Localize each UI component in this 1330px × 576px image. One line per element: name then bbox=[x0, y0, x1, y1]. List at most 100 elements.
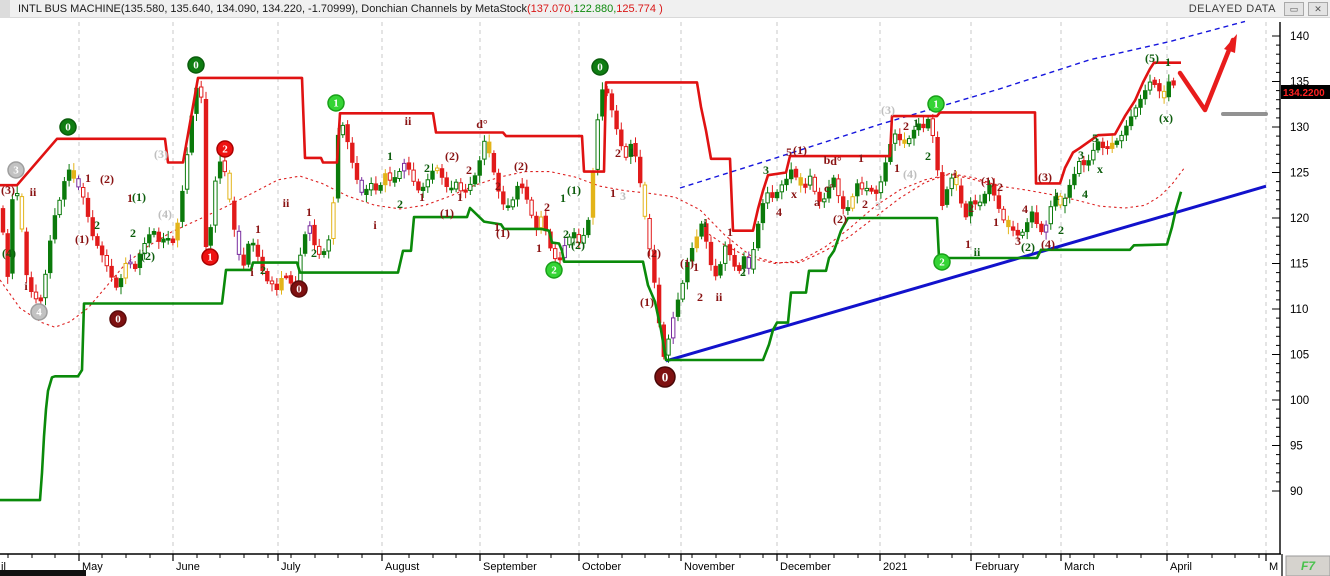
svg-text:(x): (x) bbox=[1159, 111, 1173, 125]
horizontal-scrollbar-thumb[interactable] bbox=[0, 570, 86, 576]
svg-text:1: 1 bbox=[85, 171, 91, 185]
chart-title-bar: INTL BUS MACHINE (135.580, 135.640, 134.… bbox=[0, 0, 1330, 18]
svg-text:(3): (3) bbox=[881, 103, 895, 117]
donchian-lower-value: 122.880, bbox=[573, 2, 617, 15]
svg-text:1: 1 bbox=[536, 241, 542, 255]
svg-text:(2): (2) bbox=[647, 246, 661, 260]
svg-text:1: 1 bbox=[693, 260, 699, 274]
svg-text:2: 2 bbox=[495, 179, 501, 193]
svg-text:(2): (2) bbox=[445, 149, 459, 163]
svg-text:F7: F7 bbox=[1301, 559, 1316, 573]
svg-text:125: 125 bbox=[1290, 168, 1309, 180]
svg-text:September: September bbox=[483, 561, 537, 573]
delayed-data-badge: DELAYED DATA bbox=[1188, 2, 1276, 15]
ohlc-values: (135.580, 135.640, 134.090, 134.220, -1.… bbox=[120, 2, 356, 15]
svg-text:3: 3 bbox=[13, 165, 19, 177]
svg-text:1: 1 bbox=[419, 190, 425, 204]
svg-text:0: 0 bbox=[597, 62, 603, 74]
svg-text:(3): (3) bbox=[1, 183, 15, 197]
svg-text:(2): (2) bbox=[833, 212, 847, 226]
svg-text:c°: c° bbox=[824, 181, 834, 195]
svg-text:(5): (5) bbox=[1145, 51, 1159, 65]
svg-text:2: 2 bbox=[1058, 223, 1064, 237]
svg-text:3: 3 bbox=[763, 163, 769, 177]
gray-annotation-segment[interactable] bbox=[1221, 112, 1268, 116]
candlestick-series bbox=[0, 74, 1176, 363]
svg-text:July: July bbox=[281, 561, 301, 573]
donchian-upper-value: (137.070, bbox=[526, 2, 574, 15]
svg-text:1: 1 bbox=[629, 145, 635, 159]
svg-text:1: 1 bbox=[894, 161, 900, 175]
svg-text:1: 1 bbox=[387, 149, 393, 163]
svg-text:(4): (4) bbox=[903, 167, 917, 181]
svg-text:(4): (4) bbox=[158, 207, 172, 221]
svg-text:i: i bbox=[24, 279, 28, 293]
svg-text:(1): (1) bbox=[496, 226, 510, 240]
svg-text:1: 1 bbox=[560, 191, 566, 205]
svg-text:ii: ii bbox=[283, 196, 290, 210]
svg-text:140: 140 bbox=[1290, 31, 1309, 43]
svg-text:1: 1 bbox=[1054, 189, 1060, 203]
svg-text:2: 2 bbox=[130, 226, 136, 240]
svg-text:1: 1 bbox=[207, 252, 213, 264]
svg-text:ii: ii bbox=[716, 290, 723, 304]
svg-text:December: December bbox=[780, 561, 831, 573]
study-name: , Donchian Channels by MetaStock bbox=[355, 2, 527, 15]
red-forecast-arrow[interactable] bbox=[1177, 34, 1237, 113]
svg-text:1: 1 bbox=[255, 222, 261, 236]
svg-text:i: i bbox=[250, 265, 254, 279]
donchian-mid-value: 125.774 ) bbox=[616, 2, 663, 15]
svg-text:(1): (1) bbox=[680, 256, 694, 270]
svg-text:2: 2 bbox=[615, 146, 621, 160]
expert-fkey-button[interactable]: F7 bbox=[1285, 555, 1330, 576]
svg-text:d°: d° bbox=[476, 117, 488, 131]
svg-text:2: 2 bbox=[862, 197, 868, 211]
symbol-title: INTL BUS MACHINE bbox=[18, 2, 121, 15]
svg-text:2021: 2021 bbox=[883, 561, 907, 573]
svg-text:(2): (2) bbox=[571, 238, 585, 252]
wave-text-labels: (3) ii(4)i(1)1 (2)21 (1)2(2)(3)(4)i12ii12i1… bbox=[1, 51, 1173, 309]
svg-text:ii: ii bbox=[405, 114, 412, 128]
svg-text:3: 3 bbox=[875, 199, 881, 213]
svg-text:2: 2 bbox=[740, 265, 746, 279]
svg-text:1: 1 bbox=[933, 99, 939, 111]
svg-text:a: a bbox=[814, 195, 820, 209]
last-price-flag: 134.2200 bbox=[1281, 85, 1330, 99]
svg-text:(1): (1) bbox=[567, 183, 581, 197]
svg-text:(1): (1) bbox=[981, 174, 995, 188]
svg-text:1: 1 bbox=[965, 237, 971, 251]
svg-text:(3): (3) bbox=[154, 147, 168, 161]
svg-text:0: 0 bbox=[193, 60, 199, 72]
month-gridlines bbox=[78, 22, 1267, 554]
svg-text:0: 0 bbox=[296, 284, 302, 296]
svg-text:134.2200: 134.2200 bbox=[1283, 88, 1325, 99]
svg-text:(2): (2) bbox=[1021, 240, 1035, 254]
svg-text:4: 4 bbox=[776, 205, 782, 219]
time-axis: il May June July August September October Novem… bbox=[0, 553, 1281, 573]
svg-text:1: 1 bbox=[306, 205, 312, 219]
svg-text:0: 0 bbox=[115, 314, 121, 326]
svg-text:2: 2 bbox=[397, 197, 403, 211]
circled-wave-markers: 34000120120012 bbox=[7, 56, 951, 388]
svg-text:(4): (4) bbox=[2, 246, 16, 260]
svg-text:1: 1 bbox=[993, 215, 999, 229]
svg-text:2: 2 bbox=[94, 218, 100, 232]
svg-text:1: 1 bbox=[858, 151, 864, 165]
svg-text:November: November bbox=[684, 561, 735, 573]
svg-text:x: x bbox=[1097, 162, 1103, 176]
svg-text:0: 0 bbox=[65, 122, 71, 134]
restore-window-button[interactable]: ▭ bbox=[1284, 1, 1304, 16]
svg-text:ii: ii bbox=[30, 185, 37, 199]
price-chart-area[interactable]: 34000120120012(3) ii(4)i(1)1 (2)21 (1)2(2)(… bbox=[0, 0, 1330, 576]
svg-text:1: 1 bbox=[333, 98, 339, 110]
svg-text:1: 1 bbox=[457, 190, 463, 204]
svg-text:(1): (1) bbox=[440, 206, 454, 220]
svg-text:2: 2 bbox=[925, 149, 931, 163]
svg-text:2: 2 bbox=[544, 200, 550, 214]
svg-text:4: 4 bbox=[36, 307, 42, 319]
svg-text:(3): (3) bbox=[1038, 170, 1052, 184]
svg-text:100: 100 bbox=[1290, 395, 1309, 407]
close-window-button[interactable]: ✕ bbox=[1308, 1, 1328, 16]
svg-text:(1): (1) bbox=[132, 190, 146, 204]
svg-text:120: 120 bbox=[1290, 213, 1309, 225]
